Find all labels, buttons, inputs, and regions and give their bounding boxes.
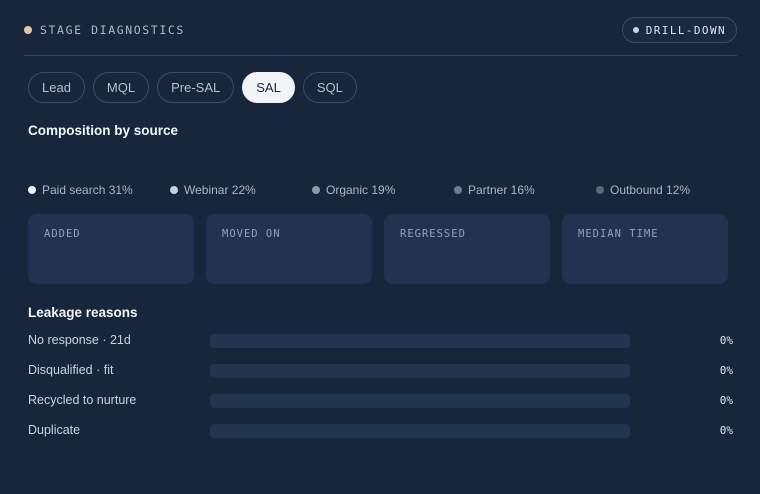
leak-row-duplicate: Duplicate 0% (28, 422, 733, 440)
tab-lead[interactable]: Lead (28, 72, 85, 103)
legend-label-outbound: Outbound 12% (610, 183, 691, 197)
legend-swatch-outbound (596, 186, 604, 194)
drill-down-label: DRILL-DOWN (645, 23, 726, 37)
legend-item-partner: Partner 16% (454, 183, 535, 197)
legend-swatch-webinar (170, 186, 178, 194)
legend-swatch-organic (312, 186, 320, 194)
panel-header: STAGE DIAGNOSTICS DRILL-DOWN (24, 16, 737, 56)
stat-label-added: ADDED (44, 228, 81, 240)
stat-label-moved-on: MOVED ON (222, 228, 281, 240)
stat-card-median-time: MEDIAN TIME (562, 214, 728, 284)
stat-card-added: ADDED (28, 214, 194, 284)
composition-title: Composition by source (28, 123, 179, 138)
stat-card-regressed: REGRESSED (384, 214, 550, 284)
legend-item-outbound: Outbound 12% (596, 183, 690, 197)
tab-pre-sal[interactable]: Pre-SAL (157, 72, 235, 103)
legend-swatch-partner (454, 186, 462, 194)
leak-bar-track (210, 424, 630, 438)
tab-mql[interactable]: MQL (92, 72, 150, 103)
stage-stats: ADDED MOVED ON REGRESSED MEDIAN TIME (28, 214, 728, 284)
stat-label-regressed: REGRESSED (400, 228, 466, 240)
leak-label: No response · 21d (28, 333, 131, 347)
legend-item-webinar: Webinar 22% (170, 183, 256, 197)
leak-label: Disqualified · fit (28, 363, 114, 377)
stage-tabs: Lead MQL Pre-SAL SAL SQL (28, 72, 357, 103)
tab-sql[interactable]: SQL (302, 72, 357, 103)
legend-label-paid-search: Paid search 31% (42, 183, 133, 197)
legend-item-paid-search: Paid search 31% (28, 183, 133, 197)
leak-row-no-response: No response · 21d 0% (28, 332, 733, 350)
legend-label-organic: Organic 19% (326, 183, 396, 197)
leak-bar-track (210, 364, 630, 378)
leak-row-recycled: Recycled to nurture 0% (28, 392, 733, 410)
leakage-title: Leakage reasons (28, 305, 138, 320)
header-status-dot (24, 26, 32, 34)
leak-value: 0% (719, 334, 733, 347)
legend-item-organic: Organic 19% (312, 183, 395, 197)
leak-bar-track (210, 394, 630, 408)
tab-sal[interactable]: SAL (242, 72, 295, 103)
legend-swatch-paid-search (28, 186, 36, 194)
drill-down-button[interactable]: DRILL-DOWN (621, 17, 737, 43)
leak-label: Duplicate (28, 423, 81, 437)
leak-value: 0% (719, 394, 733, 407)
panel-title: STAGE DIAGNOSTICS (40, 23, 185, 37)
legend-label-webinar: Webinar 22% (184, 183, 256, 197)
leak-value: 0% (719, 364, 733, 377)
leak-label: Recycled to nurture (28, 393, 137, 407)
leak-value: 0% (719, 424, 733, 437)
composition-legend: Paid search 31% Webinar 22% Organic 19% … (28, 183, 728, 199)
leak-row-disqualified: Disqualified · fit 0% (28, 362, 733, 380)
stat-card-moved-on: MOVED ON (206, 214, 372, 284)
stat-label-median-time: MEDIAN TIME (578, 228, 659, 240)
drill-down-dot-icon (632, 27, 639, 33)
legend-label-partner: Partner 16% (468, 183, 535, 197)
leak-bar-track (210, 334, 630, 348)
